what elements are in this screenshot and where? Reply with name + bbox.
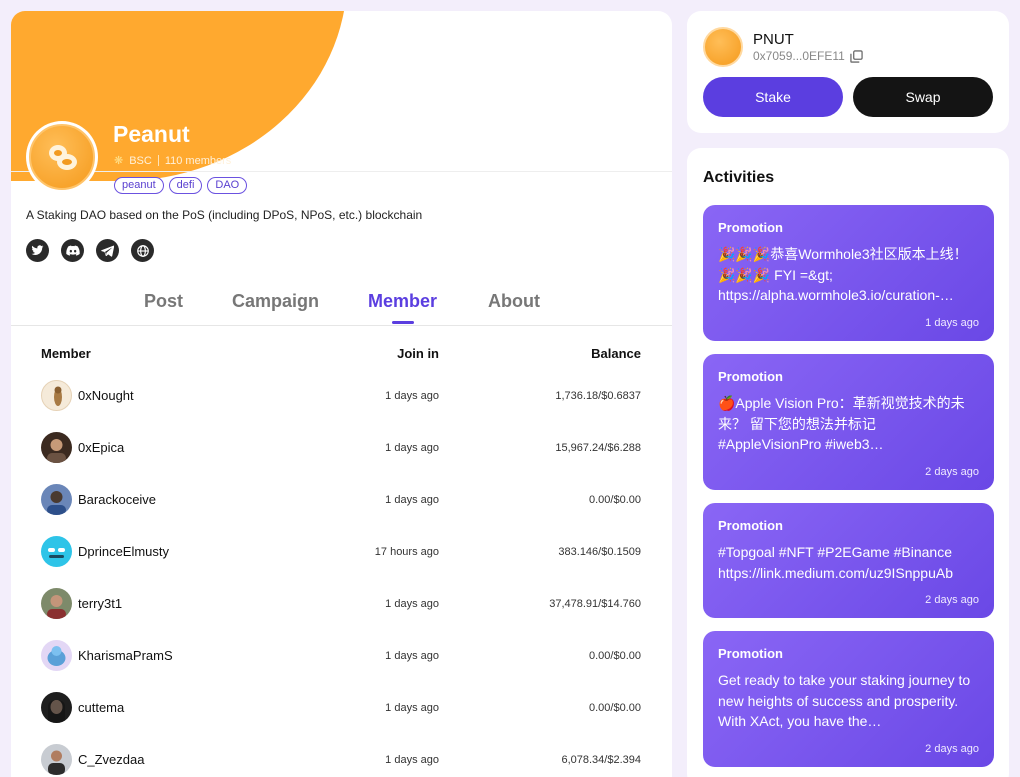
table-row[interactable]: 0xEpica 1 days ago 15,967.24/$6.288 bbox=[11, 429, 672, 481]
member-name: KharismaPramS bbox=[78, 648, 173, 663]
token-logo bbox=[703, 27, 743, 67]
table-row[interactable]: 0xNought 1 days ago 1,736.18/$0.6837 bbox=[11, 377, 672, 429]
token-card: PNUT 0x7059...0EFE11 Stake Swap bbox=[687, 11, 1009, 133]
member-join: 1 days ago bbox=[385, 754, 439, 766]
activity-item[interactable]: Promotion #Topgoal #NFT #P2EGame #Binanc… bbox=[703, 503, 994, 618]
activity-title: Promotion bbox=[718, 369, 783, 384]
token-address: 0x7059...0EFE11 bbox=[753, 49, 845, 63]
copy-icon[interactable] bbox=[850, 49, 863, 63]
column-header-balance: Balance bbox=[591, 346, 641, 361]
twitter-icon[interactable] bbox=[26, 239, 49, 262]
table-row[interactable]: cuttema 1 days ago 0.00/$0.00 bbox=[11, 689, 672, 741]
member-name: terry3t1 bbox=[78, 596, 123, 611]
member-balance: 6,078.34/$2.394 bbox=[561, 754, 641, 766]
member-join: 1 days ago bbox=[385, 598, 439, 610]
member-balance: 0.00/$0.00 bbox=[589, 650, 641, 662]
avatar bbox=[41, 692, 72, 723]
member-join: 1 days ago bbox=[385, 442, 439, 454]
telegram-icon[interactable] bbox=[96, 239, 119, 262]
token-address-row: 0x7059...0EFE11 bbox=[753, 49, 863, 63]
stake-button[interactable]: Stake bbox=[703, 77, 843, 117]
activity-text: 🍎Apple Vision Pro：革新视觉技术的未来？ 留下您的想法并标记 #… bbox=[718, 395, 965, 452]
bsc-chain-icon: ❋ bbox=[114, 155, 124, 167]
activity-time: 1 days ago bbox=[925, 317, 979, 329]
table-row[interactable]: terry3t1 1 days ago 37,478.91/$14.760 bbox=[11, 585, 672, 637]
tab-member[interactable]: Member bbox=[368, 291, 437, 312]
activity-text: Get ready to take your staking journey t… bbox=[718, 672, 971, 729]
member-name: DprinceElmusty bbox=[78, 544, 170, 559]
member-balance: 1,736.18/$0.6837 bbox=[555, 390, 641, 402]
member-name: 0xNought bbox=[78, 388, 134, 403]
member-balance: 0.00/$0.00 bbox=[589, 702, 641, 714]
member-balance: 0.00/$0.00 bbox=[589, 494, 641, 506]
activity-item[interactable]: Promotion 🎉🎉🎉恭喜Wormhole3社区版本上线！🎉🎉🎉 FYI =… bbox=[703, 205, 994, 341]
activity-item[interactable]: Promotion Get ready to take your staking… bbox=[703, 631, 994, 767]
tag-peanut[interactable]: peanut bbox=[114, 177, 164, 194]
column-header-member: Member bbox=[41, 346, 91, 361]
table-row[interactable]: KharismaPramS 1 days ago 0.00/$0.00 bbox=[11, 637, 672, 689]
member-name: cuttema bbox=[78, 700, 125, 715]
meta-separator bbox=[157, 155, 159, 166]
activity-title: Promotion bbox=[718, 220, 783, 235]
social-links bbox=[26, 239, 154, 262]
activity-text: 🎉🎉🎉恭喜Wormhole3社区版本上线！🎉🎉🎉 FYI =&gt; https… bbox=[718, 246, 968, 303]
table-row[interactable]: Barackoceive 1 days ago 0.00/$0.00 bbox=[11, 481, 672, 533]
activity-time: 2 days ago bbox=[925, 594, 979, 606]
activities-card: Activities Promotion 🎉🎉🎉恭喜Wormhole3社区版本上… bbox=[687, 148, 1009, 777]
avatar bbox=[41, 380, 72, 411]
activity-time: 2 days ago bbox=[925, 743, 979, 755]
community-meta: ❋ BSC 110 members bbox=[114, 154, 232, 168]
table-row[interactable]: DprinceElmusty 17 hours ago 383.146/$0.1… bbox=[11, 533, 672, 585]
member-join: 1 days ago bbox=[385, 390, 439, 402]
community-tags: peanut defi DAO bbox=[114, 177, 248, 194]
token-symbol: PNUT bbox=[753, 31, 794, 48]
member-join: 1 days ago bbox=[385, 702, 439, 714]
tab-post[interactable]: Post bbox=[144, 291, 183, 312]
chain-label: BSC bbox=[129, 154, 152, 167]
table-row[interactable]: C_Zvezdaa 1 days ago 6,078.34/$2.394 bbox=[11, 741, 672, 777]
avatar bbox=[41, 484, 72, 515]
community-card: Peanut ❋ BSC 110 members peanut defi DAO… bbox=[11, 11, 672, 777]
member-join: 1 days ago bbox=[385, 650, 439, 662]
avatar bbox=[41, 640, 72, 671]
member-name: C_Zvezdaa bbox=[78, 752, 145, 767]
globe-icon[interactable] bbox=[131, 239, 154, 262]
activities-title: Activities bbox=[703, 169, 775, 186]
members-count: 110 members bbox=[164, 154, 232, 167]
swap-button[interactable]: Swap bbox=[853, 77, 993, 117]
community-avatar bbox=[26, 121, 98, 193]
member-balance: 15,967.24/$6.288 bbox=[555, 442, 641, 454]
community-name: Peanut bbox=[113, 121, 190, 147]
member-balance: 37,478.91/$14.760 bbox=[549, 598, 641, 610]
activity-title: Promotion bbox=[718, 646, 783, 661]
activity-time: 2 days ago bbox=[925, 466, 979, 478]
member-name: Barackoceive bbox=[78, 492, 157, 507]
banner-divider bbox=[11, 171, 672, 172]
tab-about[interactable]: About bbox=[488, 291, 540, 312]
avatar bbox=[41, 588, 72, 619]
tag-dao[interactable]: DAO bbox=[207, 177, 248, 194]
avatar bbox=[41, 536, 72, 567]
tag-defi[interactable]: defi bbox=[168, 177, 203, 194]
community-description: A Staking DAO based on the PoS (includin… bbox=[26, 208, 423, 222]
activity-title: Promotion bbox=[718, 518, 783, 533]
column-header-join: Join in bbox=[397, 346, 439, 361]
member-join: 17 hours ago bbox=[374, 546, 439, 558]
discord-icon[interactable] bbox=[61, 239, 84, 262]
activity-item[interactable]: Promotion 🍎Apple Vision Pro：革新视觉技术的未来？ 留… bbox=[703, 354, 994, 490]
member-join: 1 days ago bbox=[385, 494, 439, 506]
activity-text: #Topgoal #NFT #P2EGame #Binance https://… bbox=[718, 544, 954, 581]
active-tab-indicator bbox=[392, 321, 414, 324]
member-balance: 383.146/$0.1509 bbox=[558, 546, 641, 558]
avatar bbox=[41, 744, 72, 775]
member-name: 0xEpica bbox=[78, 440, 125, 455]
avatar bbox=[41, 432, 72, 463]
peanut-icon bbox=[49, 145, 77, 170]
community-tabs: Post Campaign Member About bbox=[11, 281, 672, 326]
tab-campaign[interactable]: Campaign bbox=[232, 291, 319, 312]
